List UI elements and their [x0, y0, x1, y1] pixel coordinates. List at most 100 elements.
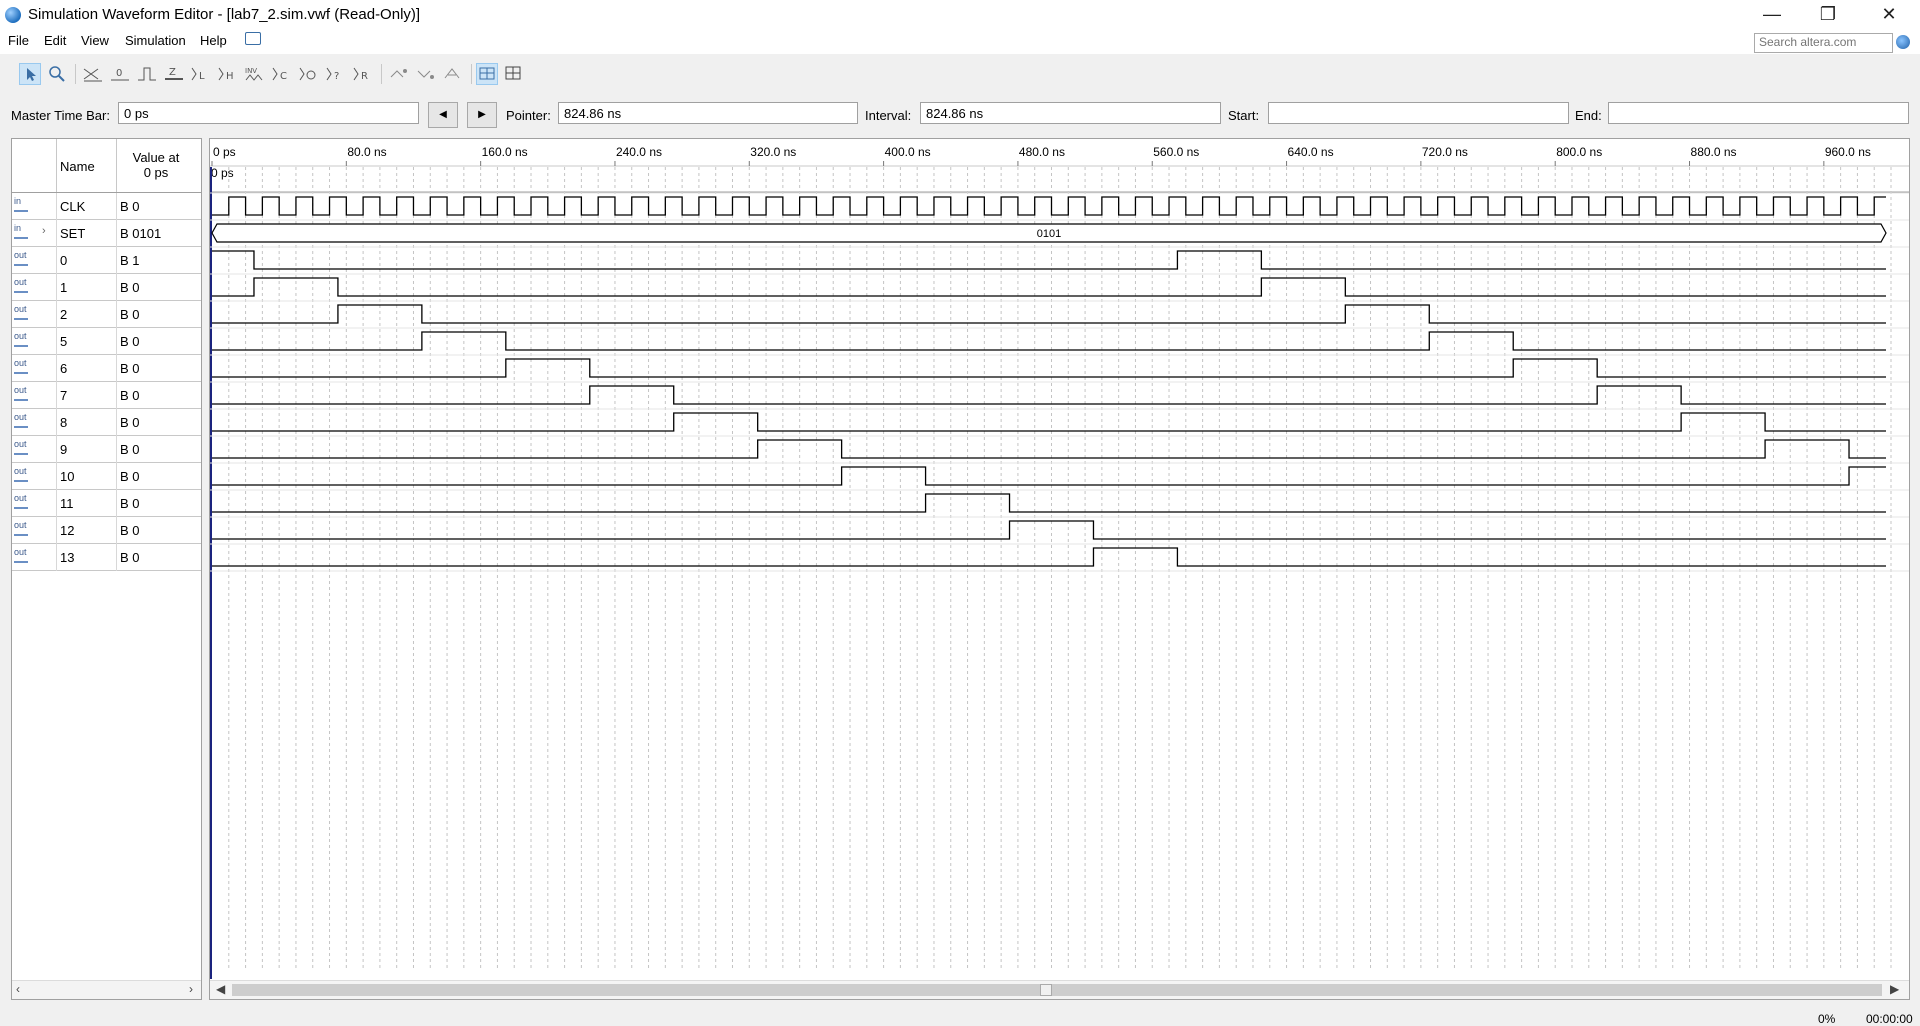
signal-row[interactable]: out 11 B 0	[12, 490, 201, 517]
signal-value: B 0	[120, 388, 140, 403]
interval-label: Interval:	[865, 108, 912, 123]
window-title: Simulation Waveform Editor - [lab7_2.sim…	[28, 6, 421, 23]
start-label: Start:	[1228, 108, 1260, 123]
count-value-icon[interactable]: C	[271, 63, 293, 85]
invert-icon[interactable]: INV	[244, 63, 266, 85]
signal-row[interactable]: in CLK B 0	[12, 193, 201, 220]
forcing-low-icon[interactable]: 0	[109, 63, 131, 85]
group-icon[interactable]	[388, 63, 410, 85]
signal-name: 13	[60, 550, 75, 565]
time-tick-label: 400.0 ns	[885, 145, 931, 159]
prev-transition-button[interactable]: ◀	[428, 102, 458, 128]
forcing-unknown-icon[interactable]	[82, 63, 104, 85]
weak-low-icon[interactable]: L	[190, 63, 212, 85]
master-time-bar-field[interactable]	[118, 102, 419, 124]
random-value-icon[interactable]: ?	[325, 63, 347, 85]
out-pin-icon: out	[14, 305, 28, 320]
time-tick-label: 160.0 ns	[482, 145, 528, 159]
waveform-canvas[interactable]: 0 ps 80.0 ns 160.0 ns 240.0 ns 320.0 ns 400.0…	[210, 139, 1909, 979]
grid-settings-icon[interactable]	[503, 63, 525, 85]
master-time-bar-input[interactable]	[119, 103, 418, 123]
waveform-panel[interactable]: 0 ps 80.0 ns 160.0 ns 240.0 ns 320.0 ns 400.0…	[209, 138, 1910, 1000]
value-column-header[interactable]: Value at 0 ps	[116, 150, 196, 180]
expand-icon[interactable]: ›	[42, 225, 46, 237]
output-waveform	[212, 439, 1886, 459]
scroll-left-icon[interactable]: ‹	[16, 982, 20, 996]
menu-edit[interactable]: Edit	[44, 33, 66, 48]
signal-value: B 0	[120, 496, 140, 511]
menu-view[interactable]: View	[81, 33, 109, 48]
signal-row[interactable]: out 5 B 0	[12, 328, 201, 355]
scrollbar-track[interactable]	[232, 984, 1882, 996]
time-tick-label: 320.0 ns	[750, 145, 796, 159]
time-tick-label: 80.0 ns	[347, 145, 386, 159]
selection-tool-icon[interactable]	[19, 63, 41, 85]
clock-value-icon[interactable]	[298, 63, 320, 85]
next-transition-button[interactable]: ▶	[467, 102, 497, 128]
output-waveform	[212, 385, 1886, 405]
name-column-header[interactable]: Name	[60, 159, 95, 174]
output-waveform	[212, 277, 1886, 297]
waveform-scrollbar[interactable]: ◀ ▶	[210, 980, 1909, 999]
output-waveform	[212, 358, 1886, 378]
search-box[interactable]	[1754, 33, 1893, 53]
signal-value: B 0	[120, 361, 140, 376]
zoom-tool-icon[interactable]	[46, 63, 68, 85]
in-pin-icon: in	[14, 224, 28, 239]
arbitrary-value-icon[interactable]: R	[352, 63, 374, 85]
scroll-left-icon[interactable]: ◀	[216, 982, 225, 996]
signal-row[interactable]: out 9 B 0	[12, 436, 201, 463]
output-waveform	[212, 493, 1886, 513]
pointer-label: Pointer:	[506, 108, 551, 123]
signal-row[interactable]: out 10 B 0	[12, 463, 201, 490]
signal-name: 5	[60, 334, 68, 349]
menu-simulation[interactable]: Simulation	[125, 33, 186, 48]
value-header-line2: 0 ps	[143, 165, 169, 180]
reverse-group-icon[interactable]	[442, 63, 464, 85]
bus-value-label: 0101	[1037, 228, 1061, 240]
signal-name-panel: Name Value at 0 ps in CLK B 0 in › SET B 0101 o…	[11, 138, 202, 1000]
minimize-icon[interactable]: —	[1749, 0, 1795, 30]
signal-row[interactable]: out 13 B 0	[12, 544, 201, 571]
signal-row[interactable]: out 2 B 0	[12, 301, 201, 328]
signal-row[interactable]: in › SET B 0101	[12, 220, 201, 247]
clk-waveform	[212, 196, 1886, 216]
signal-row[interactable]: out 6 B 0	[12, 355, 201, 382]
output-waveform	[212, 466, 1886, 486]
svg-text:0: 0	[116, 68, 122, 79]
interval-field	[920, 102, 1221, 124]
weak-high-icon[interactable]: H	[217, 63, 239, 85]
menu-help[interactable]: Help	[200, 33, 227, 48]
signal-row[interactable]: out 7 B 0	[12, 382, 201, 409]
time-tick-label: 240.0 ns	[616, 145, 662, 159]
close-icon[interactable]: ✕	[1866, 0, 1912, 30]
high-impedance-icon[interactable]: Z	[163, 63, 185, 85]
scrollbar-thumb[interactable]	[1040, 984, 1052, 996]
scroll-right-icon[interactable]: ›	[189, 982, 193, 996]
menu-file[interactable]: File	[8, 33, 29, 48]
elapsed-time: 00:00:00	[1866, 1012, 1913, 1026]
signal-row[interactable]: out 1 B 0	[12, 274, 201, 301]
out-pin-icon: out	[14, 548, 28, 563]
signal-name: 10	[60, 469, 75, 484]
feedback-icon[interactable]	[245, 32, 261, 45]
pointer-field	[558, 102, 858, 124]
search-input[interactable]	[1755, 34, 1893, 50]
signal-value: B 0	[120, 334, 140, 349]
ungroup-icon[interactable]	[415, 63, 437, 85]
scroll-right-icon[interactable]: ▶	[1890, 982, 1899, 996]
signal-table-header: Name Value at 0 ps	[12, 139, 201, 193]
signal-row[interactable]: out 0 B 1	[12, 247, 201, 274]
signal-row[interactable]: out 8 B 0	[12, 409, 201, 436]
progress-text: 0%	[1818, 1012, 1836, 1026]
name-panel-scrollbar[interactable]: ‹ ›	[12, 980, 201, 999]
output-waveform	[212, 412, 1886, 432]
restore-icon[interactable]: ❐	[1805, 0, 1851, 30]
signal-row[interactable]: out 12 B 0	[12, 517, 201, 544]
forcing-high-icon[interactable]	[136, 63, 158, 85]
status-bar: 0% 00:00:00	[0, 1005, 1920, 1026]
time-tick-label: 480.0 ns	[1019, 145, 1065, 159]
snap-to-grid-icon[interactable]	[476, 63, 498, 85]
out-pin-icon: out	[14, 332, 28, 347]
globe-icon[interactable]	[1896, 35, 1910, 49]
